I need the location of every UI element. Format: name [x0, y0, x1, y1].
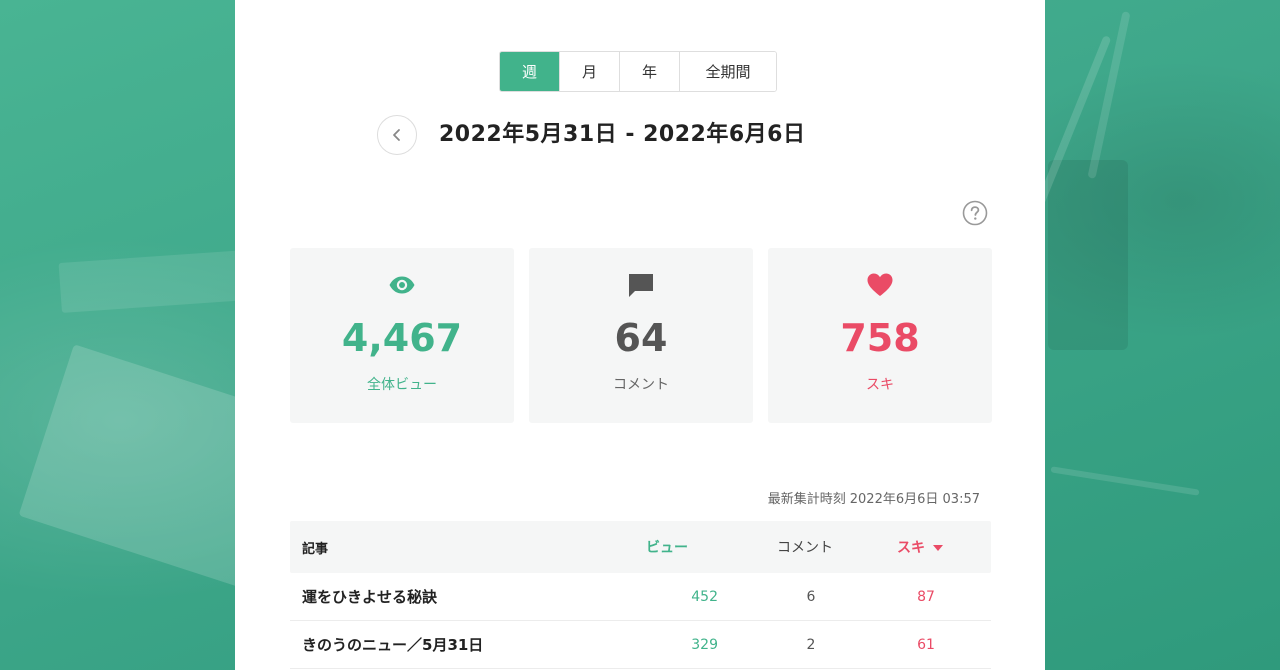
views-card: 4,467 全体ビュー [290, 248, 514, 423]
column-header-comments[interactable]: コメント [720, 537, 870, 557]
article-views: 329 [691, 636, 718, 653]
table-header: 記事 ビュー コメント スキ [290, 521, 991, 573]
help-icon[interactable] [962, 200, 988, 226]
last-updated: 最新集計時刻 2022年6月6日 03:57 [764, 488, 980, 507]
period-tabs: 週 月 年 全期間 [499, 51, 777, 92]
previous-period-button[interactable] [377, 115, 417, 155]
stats-cards: 4,467 全体ビュー 64 コメント 758 スキ [290, 248, 992, 423]
column-header-likes[interactable]: スキ [870, 537, 970, 557]
column-header-title: 記事 [302, 541, 329, 557]
tab-week[interactable]: 週 [500, 52, 560, 91]
tab-year[interactable]: 年 [620, 52, 680, 91]
comments-label: コメント [613, 377, 669, 393]
views-total: 4,467 [341, 316, 463, 360]
article-likes: 87 [917, 588, 935, 605]
article-views: 452 [691, 588, 718, 605]
comments-total: 64 [614, 316, 668, 360]
table-row[interactable]: きのうのニュー／5月31日 329 2 61 [290, 621, 991, 669]
article-title[interactable]: きのうのニュー／5月31日 [290, 634, 620, 655]
date-range-title: 2022年5月31日 - 2022年6月6日 [439, 122, 806, 147]
article-title[interactable]: 運をひきよせる秘訣 [290, 586, 620, 607]
column-header-likes-label: スキ [897, 540, 925, 556]
table-row[interactable]: 運をひきよせる秘訣 452 6 87 [290, 573, 991, 621]
eye-icon [388, 272, 416, 298]
article-comments: 6 [806, 588, 816, 605]
chevron-left-icon [393, 129, 400, 141]
article-comments: 2 [806, 636, 816, 653]
heart-icon [866, 272, 894, 298]
views-label: 全体ビュー [367, 377, 437, 393]
articles-table: 記事 ビュー コメント スキ 運をひきよせる秘訣 452 6 87 きのうのニュ… [290, 521, 991, 669]
background-pencil-cup [1048, 160, 1128, 350]
last-updated-label: 最新集計時刻 [767, 492, 846, 507]
article-likes: 61 [917, 636, 935, 653]
likes-total: 758 [840, 316, 920, 360]
tab-all-time[interactable]: 全期間 [680, 52, 776, 91]
stats-panel: 週 月 年 全期間 2022年5月31日 - 2022年6月6日 4,467 全… [235, 0, 1045, 670]
tab-month[interactable]: 月 [560, 52, 620, 91]
speech-bubble-icon [627, 272, 655, 298]
likes-card: 758 スキ [768, 248, 992, 423]
sort-desc-icon [933, 545, 943, 551]
likes-label: スキ [866, 377, 894, 393]
comments-card: 64 コメント [529, 248, 753, 423]
column-header-views[interactable]: ビュー [620, 537, 720, 557]
last-updated-value: 2022年6月6日 03:57 [849, 492, 980, 507]
